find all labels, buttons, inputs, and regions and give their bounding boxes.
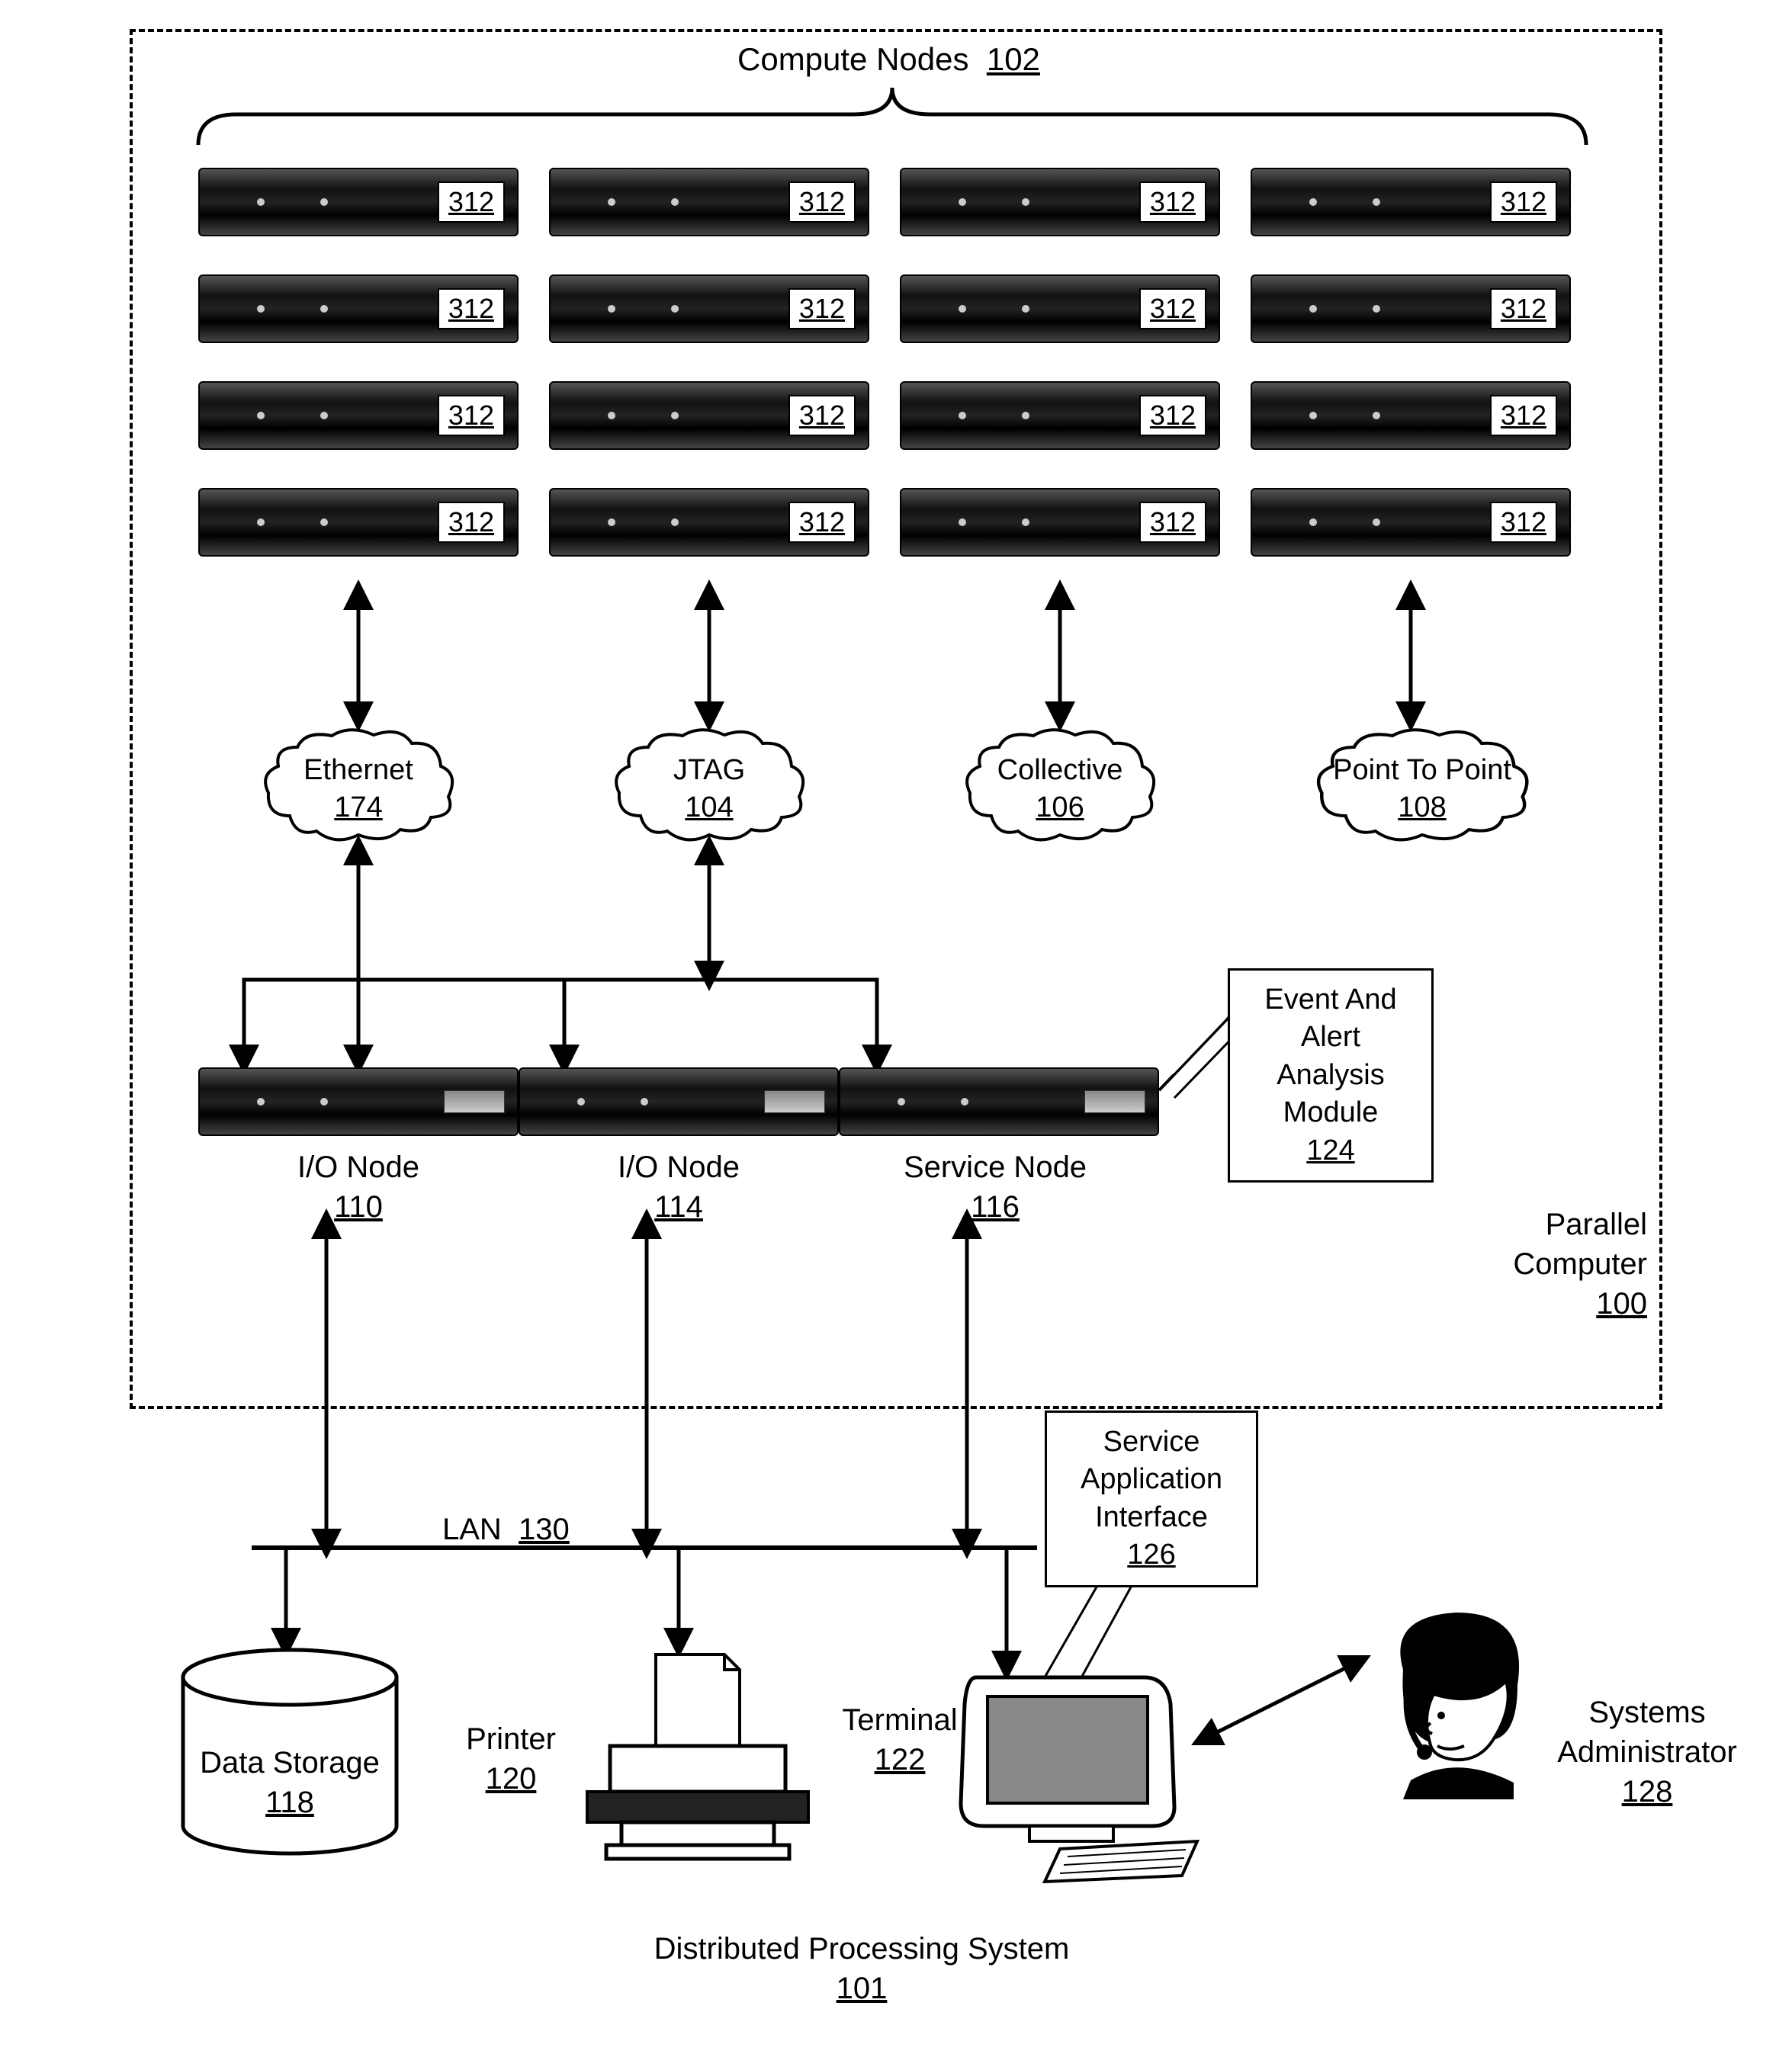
printer-icon	[564, 1647, 816, 1876]
cloud-ref: 104	[610, 789, 808, 826]
node-ref: 312	[438, 181, 505, 223]
terminal	[946, 1662, 1205, 1883]
node-ref: 312	[1490, 288, 1557, 329]
callout-line: Alert	[1245, 1019, 1416, 1056]
cloud-label: Point To Point	[1312, 752, 1533, 789]
compute-node: 312	[549, 274, 869, 343]
callout-line: Module	[1245, 1094, 1416, 1131]
callout-ref: 124	[1245, 1132, 1416, 1170]
compute-node: 312	[198, 488, 519, 557]
io-node	[198, 1067, 519, 1136]
node-ref: 312	[1139, 502, 1206, 543]
callout-line: Application	[1062, 1461, 1241, 1498]
storage-ref: 118	[265, 1786, 314, 1819]
admin-label: Systems Administrator128	[1533, 1693, 1761, 1812]
compute-node: 312	[549, 381, 869, 450]
cloud-ethernet: Ethernet 174	[259, 724, 458, 846]
service-node-label: Service Node116	[869, 1147, 1121, 1227]
callout-ref: 126	[1062, 1536, 1241, 1574]
title-ref: 102	[987, 41, 1040, 77]
terminal-label: Terminal122	[824, 1700, 976, 1780]
parallel-computer-label: Parallel Computer100	[1472, 1205, 1647, 1324]
node-ref: 312	[438, 395, 505, 436]
node-ref: 312	[1490, 181, 1557, 223]
cloud-collective: Collective 106	[961, 724, 1159, 846]
compute-nodes-title: Compute Nodes 102	[728, 41, 1049, 78]
compute-node-grid: 312 312 312 312 312 312 312 312 312 312 …	[198, 168, 1571, 557]
compute-node: 312	[1251, 168, 1571, 236]
cloud-label: JTAG	[610, 752, 808, 789]
callout-line: Analysis	[1245, 1057, 1416, 1094]
compute-node: 312	[549, 488, 869, 557]
callout-line: Service	[1062, 1423, 1241, 1461]
node-ref: 312	[1490, 502, 1557, 543]
cloud-ref: 106	[961, 789, 1159, 826]
node-ref: 312	[788, 181, 856, 223]
data-storage: Data Storage 118	[175, 1647, 404, 1860]
io-node-label-1: I/O Node110	[248, 1147, 469, 1227]
cloud-jtag: JTAG 104	[610, 724, 808, 846]
compute-node: 312	[1251, 381, 1571, 450]
compute-node: 312	[549, 168, 869, 236]
node-ref: 312	[1139, 288, 1206, 329]
node-ref: 312	[1139, 181, 1206, 223]
compute-node: 312	[1251, 488, 1571, 557]
cloud-ptp: Point To Point 108	[1312, 724, 1533, 846]
patent-diagram: Compute Nodes 102 312 312 312 312 312 31…	[15, 15, 1777, 2039]
cloud-ref: 108	[1312, 789, 1533, 826]
compute-node: 312	[900, 381, 1220, 450]
io-node	[519, 1067, 839, 1136]
node-ref: 312	[788, 395, 856, 436]
node-ref: 312	[438, 502, 505, 543]
cloud-ref: 174	[259, 789, 458, 826]
node-ref: 312	[438, 288, 505, 329]
compute-node: 312	[900, 168, 1220, 236]
service-app-interface-callout: Service Application Interface 126	[1045, 1411, 1258, 1587]
node-ref: 312	[788, 288, 856, 329]
compute-node: 312	[900, 274, 1220, 343]
compute-node: 312	[198, 274, 519, 343]
event-alert-module-callout: Event And Alert Analysis Module 124	[1228, 968, 1434, 1183]
storage-label: Data Storage	[200, 1746, 380, 1780]
node-ref: 312	[1490, 395, 1557, 436]
lan-label: LAN 130	[442, 1510, 641, 1549]
compute-node: 312	[900, 488, 1220, 557]
node-ref: 312	[788, 502, 856, 543]
printer-label: Printer120	[446, 1719, 576, 1799]
compute-node: 312	[198, 381, 519, 450]
footer-label: Distributed Processing System101	[595, 1929, 1129, 2008]
node-ref: 312	[1139, 395, 1206, 436]
person-icon	[1357, 1601, 1556, 1799]
io-node-label-2: I/O Node114	[568, 1147, 789, 1227]
service-node	[839, 1067, 1159, 1136]
cloud-label: Ethernet	[259, 752, 458, 789]
callout-line: Interface	[1062, 1499, 1241, 1536]
cloud-label: Collective	[961, 752, 1159, 789]
systems-administrator	[1357, 1601, 1556, 1799]
callout-line: Event And	[1245, 981, 1416, 1019]
terminal-icon	[946, 1662, 1205, 1883]
compute-node: 312	[198, 168, 519, 236]
title-text: Compute Nodes	[737, 41, 969, 77]
compute-node: 312	[1251, 274, 1571, 343]
printer	[564, 1647, 816, 1876]
